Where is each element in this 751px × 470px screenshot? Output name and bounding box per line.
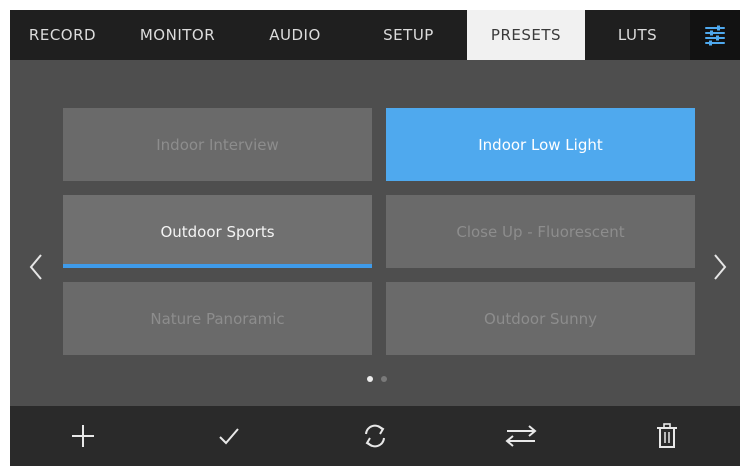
- page-dot-1[interactable]: [367, 376, 373, 382]
- preset-indoor-low-light[interactable]: Indoor Low Light: [386, 108, 695, 181]
- sliders-icon: [705, 25, 725, 46]
- preset-indoor-interview[interactable]: Indoor Interview: [63, 108, 372, 181]
- refresh-icon: [365, 424, 385, 448]
- preset-close-up-fluorescent[interactable]: Close Up - Fluorescent: [386, 195, 695, 268]
- tab-audio[interactable]: AUDIO: [240, 10, 350, 60]
- swap-arrows-icon: [505, 425, 537, 447]
- preset-label: Outdoor Sunny: [484, 309, 597, 328]
- preset-label: Indoor Low Light: [478, 135, 603, 154]
- page-indicator: [367, 376, 387, 382]
- next-page-button[interactable]: [710, 250, 730, 284]
- plus-icon: [72, 425, 94, 447]
- tab-monitor[interactable]: MONITOR: [115, 10, 240, 60]
- presets-screen: RECORD MONITOR AUDIO SETUP PRESETS LUTS: [10, 10, 740, 466]
- tab-settings-sliders[interactable]: [690, 10, 740, 60]
- bottom-toolbar: [10, 406, 740, 466]
- update-preset-button[interactable]: [302, 406, 448, 466]
- tab-record[interactable]: RECORD: [10, 10, 115, 60]
- tab-presets[interactable]: PRESETS: [467, 10, 585, 60]
- add-preset-button[interactable]: [10, 406, 156, 466]
- import-export-button[interactable]: [448, 406, 594, 466]
- preset-label: Close Up - Fluorescent: [456, 222, 625, 241]
- apply-preset-button[interactable]: [156, 406, 302, 466]
- delete-preset-button[interactable]: [594, 406, 740, 466]
- preset-label: Indoor Interview: [156, 135, 279, 154]
- chevron-left-icon: [29, 254, 42, 280]
- trash-icon: [657, 423, 677, 448]
- preset-nature-panoramic[interactable]: Nature Panoramic: [63, 282, 372, 355]
- tab-bar: RECORD MONITOR AUDIO SETUP PRESETS LUTS: [10, 10, 740, 60]
- checkmark-icon: [219, 428, 239, 445]
- tab-luts[interactable]: LUTS: [585, 10, 690, 60]
- page-dot-2[interactable]: [381, 376, 387, 382]
- active-preset-indicator: [63, 264, 372, 268]
- preset-label: Nature Panoramic: [150, 309, 285, 328]
- preset-outdoor-sports[interactable]: Outdoor Sports: [63, 195, 372, 268]
- previous-page-button[interactable]: [26, 250, 46, 284]
- preset-outdoor-sunny[interactable]: Outdoor Sunny: [386, 282, 695, 355]
- tab-setup[interactable]: SETUP: [350, 10, 467, 60]
- preset-label: Outdoor Sports: [160, 222, 275, 241]
- chevron-right-icon: [714, 254, 727, 280]
